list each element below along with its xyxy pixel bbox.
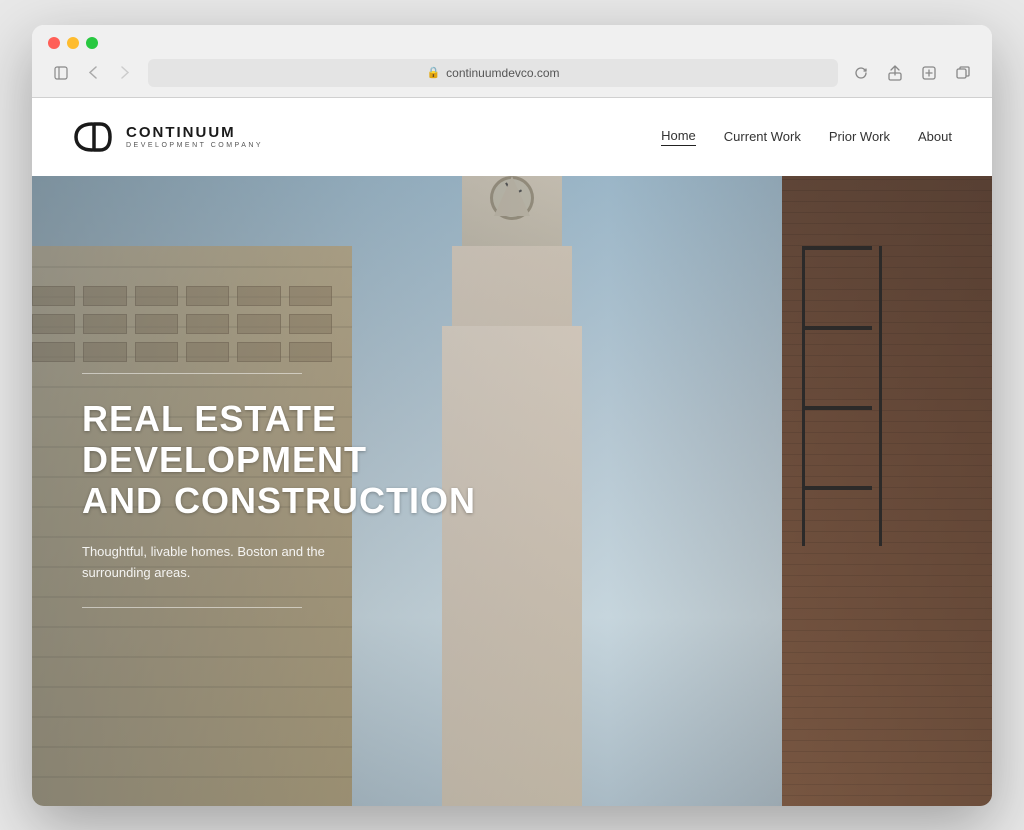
logo-text-block: CONTINUUM DEVELOPMENT COMPANY bbox=[126, 124, 263, 149]
back-button[interactable] bbox=[80, 60, 106, 86]
logo-area: CONTINUUM DEVELOPMENT COMPANY bbox=[72, 116, 263, 158]
sidebar-icon bbox=[48, 60, 74, 86]
browser-chrome: 🔒 continuumdevco.com bbox=[32, 25, 992, 98]
hero-title: REAL ESTATE DEVELOPMENT AND CONSTRUCTION bbox=[82, 398, 510, 522]
url-text: continuumdevco.com bbox=[446, 66, 559, 80]
reload-button[interactable] bbox=[848, 60, 874, 86]
main-nav: Home Current Work Prior Work About bbox=[661, 128, 952, 146]
hero-top-line bbox=[82, 373, 302, 374]
share-button[interactable] bbox=[882, 60, 908, 86]
logo-company-name: CONTINUUM bbox=[126, 124, 263, 141]
address-bar[interactable]: 🔒 continuumdevco.com bbox=[148, 59, 838, 87]
new-tab-button[interactable] bbox=[916, 60, 942, 86]
nav-current-work[interactable]: Current Work bbox=[724, 129, 801, 144]
traffic-lights bbox=[48, 37, 976, 49]
close-button[interactable] bbox=[48, 37, 60, 49]
toolbar-actions bbox=[848, 60, 976, 86]
nav-home[interactable]: Home bbox=[661, 128, 696, 146]
logo-company-sub: DEVELOPMENT COMPANY bbox=[126, 142, 263, 149]
browser-toolbar: 🔒 continuumdevco.com bbox=[48, 59, 976, 87]
logo-svg bbox=[72, 116, 114, 158]
lock-icon: 🔒 bbox=[426, 66, 440, 79]
hero-subtitle: Thoughtful, livable homes. Boston and th… bbox=[82, 542, 362, 584]
nav-about[interactable]: About bbox=[918, 129, 952, 144]
nav-buttons bbox=[48, 60, 138, 86]
windows-button[interactable] bbox=[950, 60, 976, 86]
website-content: CONTINUUM DEVELOPMENT COMPANY Home Curre… bbox=[32, 98, 992, 806]
hero-section: REAL ESTATE DEVELOPMENT AND CONSTRUCTION… bbox=[32, 176, 992, 806]
site-header: CONTINUUM DEVELOPMENT COMPANY Home Curre… bbox=[32, 98, 992, 176]
forward-button[interactable] bbox=[112, 60, 138, 86]
minimize-button[interactable] bbox=[67, 37, 79, 49]
browser-window: 🔒 continuumdevco.com bbox=[32, 25, 992, 806]
maximize-button[interactable] bbox=[86, 37, 98, 49]
hero-bottom-line bbox=[82, 607, 302, 608]
nav-prior-work[interactable]: Prior Work bbox=[829, 129, 890, 144]
hero-content: REAL ESTATE DEVELOPMENT AND CONSTRUCTION… bbox=[32, 176, 560, 806]
